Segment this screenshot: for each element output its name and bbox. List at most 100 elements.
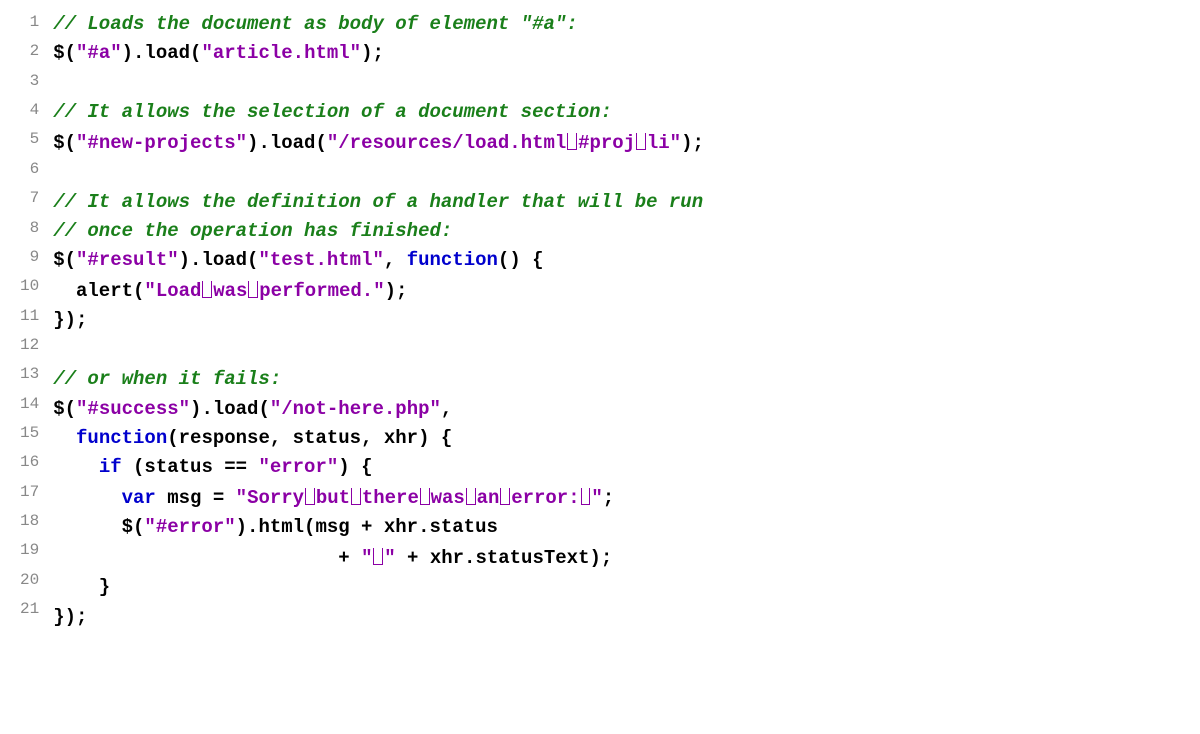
visible-space-icon bbox=[566, 131, 578, 151]
token-string: was bbox=[431, 487, 465, 509]
code-line: } bbox=[53, 573, 704, 602]
token-keyword: function bbox=[76, 427, 167, 449]
token-punct: $( bbox=[53, 516, 144, 538]
visible-space-icon bbox=[635, 131, 647, 151]
token-string: "/not-here.php" bbox=[270, 398, 441, 420]
code-listing: 123456789101112131415161718192021 // Loa… bbox=[20, 10, 1180, 632]
token-punct: + xhr.statusText); bbox=[396, 547, 613, 569]
token-punct: ); bbox=[361, 42, 384, 64]
line-number: 5 bbox=[20, 127, 39, 156]
token-punct: ; bbox=[603, 487, 614, 509]
token-string: error: bbox=[511, 487, 579, 509]
visible-space-icon bbox=[304, 486, 316, 506]
token-string: "#new-projects" bbox=[76, 132, 247, 154]
token-punct: ); bbox=[385, 280, 408, 302]
line-number: 10 bbox=[20, 274, 39, 303]
line-number: 12 bbox=[20, 333, 39, 362]
token-keyword: var bbox=[122, 487, 156, 509]
line-number: 2 bbox=[20, 39, 39, 68]
line-number: 4 bbox=[20, 98, 39, 127]
code-line: if (status == "error") { bbox=[53, 453, 704, 482]
code-line: $("#error").html(msg + xhr.status bbox=[53, 513, 704, 542]
token-punct: ).load( bbox=[247, 132, 327, 154]
token-punct: ).html(msg + xhr.status bbox=[236, 516, 498, 538]
line-number: 1 bbox=[20, 10, 39, 39]
token-punct: msg = bbox=[156, 487, 236, 509]
line-number: 11 bbox=[20, 304, 39, 333]
code-line: var msg = "Sorry but there wasan error: "; bbox=[53, 483, 704, 513]
line-number: 7 bbox=[20, 186, 39, 215]
visible-space-icon bbox=[499, 486, 511, 506]
token-string: "test.html" bbox=[258, 249, 383, 271]
code-body: // Loads the document as body of element… bbox=[53, 10, 704, 632]
line-number: 13 bbox=[20, 362, 39, 391]
line-number: 15 bbox=[20, 421, 39, 450]
line-number: 16 bbox=[20, 450, 39, 479]
token-string: "#a" bbox=[76, 42, 122, 64]
token-string: " bbox=[361, 547, 372, 569]
token-punct: }); bbox=[53, 606, 87, 628]
token-string: but bbox=[316, 487, 350, 509]
visible-space-icon bbox=[350, 486, 362, 506]
token-comment: // or when it fails: bbox=[53, 368, 281, 390]
token-punct: (status == bbox=[122, 456, 259, 478]
code-line: }); bbox=[53, 306, 704, 335]
line-number-gutter: 123456789101112131415161718192021 bbox=[20, 10, 53, 632]
token-string: "error" bbox=[258, 456, 338, 478]
token-string: "article.html" bbox=[201, 42, 361, 64]
code-line: }); bbox=[53, 603, 704, 632]
token-string: was bbox=[213, 280, 247, 302]
code-line: $("#a").load("article.html"); bbox=[53, 39, 704, 68]
visible-space-icon bbox=[419, 486, 431, 506]
line-number: 18 bbox=[20, 509, 39, 538]
token-punct: $( bbox=[53, 132, 76, 154]
token-comment: // It allows the selection of a document… bbox=[53, 101, 612, 123]
token-punct: ).load( bbox=[179, 249, 259, 271]
line-number: 8 bbox=[20, 216, 39, 245]
token-punct: () { bbox=[498, 249, 544, 271]
code-line: $("#new-projects").load("/resources/load… bbox=[53, 128, 704, 158]
token-comment: // It allows the definition of a handler… bbox=[53, 191, 703, 213]
token-punct: $( bbox=[53, 398, 76, 420]
token-string: there bbox=[362, 487, 419, 509]
token-punct: ).load( bbox=[190, 398, 270, 420]
line-number: 19 bbox=[20, 538, 39, 567]
code-line: // Loads the document as body of element… bbox=[53, 10, 704, 39]
token-punct: alert( bbox=[53, 280, 144, 302]
code-line: function(response, status, xhr) { bbox=[53, 424, 704, 453]
code-line bbox=[53, 69, 704, 98]
code-line: // once the operation has finished: bbox=[53, 217, 704, 246]
visible-space-icon bbox=[372, 546, 384, 566]
visible-space-icon bbox=[580, 486, 592, 506]
token-comment: // once the operation has finished: bbox=[53, 220, 452, 242]
token-punct: ); bbox=[681, 132, 704, 154]
token-string: #proj bbox=[578, 132, 635, 154]
token-string: "Sorry bbox=[236, 487, 304, 509]
token-punct: ) { bbox=[338, 456, 372, 478]
visible-space-icon bbox=[201, 279, 213, 299]
code-line: $("#result").load("test.html", function(… bbox=[53, 246, 704, 275]
token-string: "/resources/load.html bbox=[327, 132, 566, 154]
token-string: " bbox=[591, 487, 602, 509]
token-punct: } bbox=[53, 576, 110, 598]
token-string: an bbox=[477, 487, 500, 509]
token-keyword: function bbox=[407, 249, 498, 271]
code-line: + "" + xhr.statusText); bbox=[53, 543, 704, 573]
code-line bbox=[53, 336, 704, 365]
line-number: 20 bbox=[20, 568, 39, 597]
code-line: // It allows the definition of a handler… bbox=[53, 188, 704, 217]
code-line bbox=[53, 158, 704, 187]
token-punct bbox=[53, 487, 121, 509]
token-punct: $( bbox=[53, 249, 76, 271]
token-string: "#success" bbox=[76, 398, 190, 420]
token-punct: , bbox=[441, 398, 452, 420]
code-line: // It allows the selection of a document… bbox=[53, 98, 704, 127]
token-comment: // Loads the document as body of element… bbox=[53, 13, 578, 35]
line-number: 21 bbox=[20, 597, 39, 626]
line-number: 9 bbox=[20, 245, 39, 274]
code-line: $("#success").load("/not-here.php", bbox=[53, 395, 704, 424]
line-number: 6 bbox=[20, 157, 39, 186]
token-punct: ).load( bbox=[122, 42, 202, 64]
code-line: alert("Loadwasperformed."); bbox=[53, 276, 704, 306]
token-punct: (response, status, xhr) { bbox=[167, 427, 452, 449]
